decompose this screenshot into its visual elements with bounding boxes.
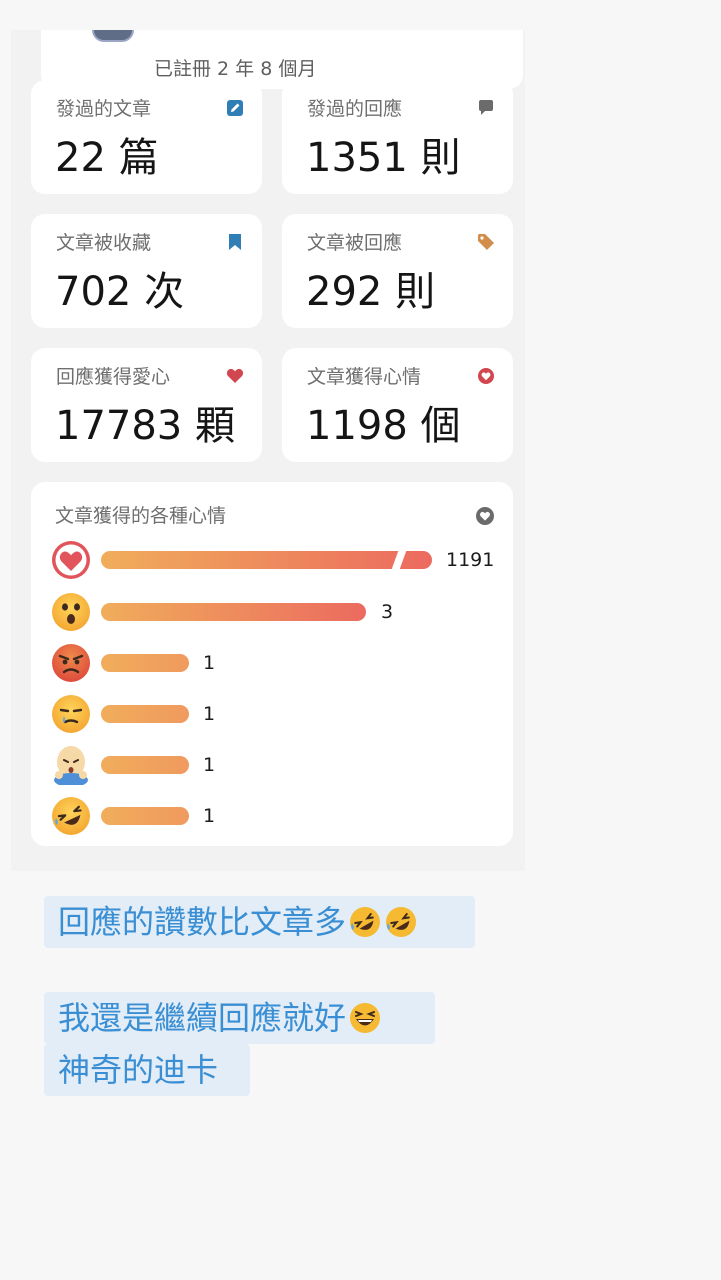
heart-emoji (51, 540, 91, 580)
stat-value: 22 篇 (55, 135, 159, 181)
mood-row-heart: 1191 (51, 540, 501, 580)
rofl-emoji (384, 905, 418, 939)
stat-label: 發過的文章 (56, 98, 152, 120)
mood-bar (101, 551, 432, 569)
stat-value: 702 次 (55, 269, 185, 315)
scared-emoji (51, 745, 91, 785)
message-text: 我還是繼續回應就好 (58, 999, 347, 1037)
mood-bar (101, 654, 189, 672)
bookmark-icon (226, 233, 244, 251)
mood-row-surprised: 3 (51, 592, 501, 632)
angry-emoji (51, 643, 91, 683)
heart-circle-icon (475, 506, 495, 526)
heart-icon (226, 367, 244, 385)
stat-card-posts: 發過的文章 22 篇 (31, 80, 262, 194)
message-line: 回應的讚數比文章多 (44, 896, 475, 948)
mood-bar (101, 603, 366, 621)
mood-count: 3 (381, 601, 394, 623)
message-text: 神奇的迪卡 (58, 1051, 219, 1089)
mood-row-scared: 1 (51, 745, 501, 785)
mood-count: 1 (203, 652, 216, 674)
mood-row-angry: 1 (51, 643, 501, 683)
dcard-stats-screenshot: 已註冊 2 年 8 個月 發過的文章 22 篇 發過的回應 1351 則 文章被… (11, 30, 525, 871)
message-line: 神奇的迪卡 (44, 1044, 250, 1096)
stat-card-hearts: 回應獲得愛心 17783 顆 (31, 348, 262, 462)
stat-card-saved: 文章被收藏 702 次 (31, 214, 262, 328)
pencil-square-icon (226, 99, 244, 117)
stat-card-moods: 文章獲得心情 1198 個 (282, 348, 513, 462)
stat-label: 回應獲得愛心 (56, 366, 171, 388)
mood-count: 1191 (446, 549, 495, 571)
stat-label: 發過的回應 (307, 98, 403, 120)
message-text: 回應的讚數比文章多 (58, 903, 347, 941)
grinning-squint-emoji (348, 1001, 382, 1035)
surprised-emoji (51, 592, 91, 632)
mood-bar (101, 756, 189, 774)
sad-emoji (51, 694, 91, 734)
mood-bar (101, 705, 189, 723)
stat-card-replies: 發過的回應 1351 則 (282, 80, 513, 194)
registered-duration: 已註冊 2 年 8 個月 (154, 58, 317, 80)
message-line: 我還是繼續回應就好 (44, 992, 435, 1044)
stat-value: 17783 顆 (55, 403, 235, 449)
moods-title: 文章獲得的各種心情 (55, 505, 227, 527)
laughing-emoji (51, 796, 91, 836)
stat-value: 1198 個 (306, 403, 461, 449)
stat-value: 1351 則 (306, 135, 461, 181)
mood-count: 1 (203, 805, 216, 827)
avatar (92, 30, 134, 42)
mood-count: 1 (203, 703, 216, 725)
tag-icon (477, 233, 495, 251)
moods-breakdown-card: 文章獲得的各種心情 1191 3 1 1 1 1 (31, 482, 513, 846)
mood-row-sad: 1 (51, 694, 501, 734)
comment-icon (477, 99, 495, 117)
mood-count: 1 (203, 754, 216, 776)
stat-label: 文章獲得心情 (307, 366, 422, 388)
stat-card-replied: 文章被回應 292 則 (282, 214, 513, 328)
mood-bar (101, 807, 189, 825)
rofl-emoji (348, 905, 382, 939)
heart-circle-icon (477, 367, 495, 385)
stat-label: 文章被回應 (307, 232, 403, 254)
stat-value: 292 則 (306, 269, 436, 315)
stat-label: 文章被收藏 (56, 232, 152, 254)
mood-row-laughing: 1 (51, 796, 501, 836)
